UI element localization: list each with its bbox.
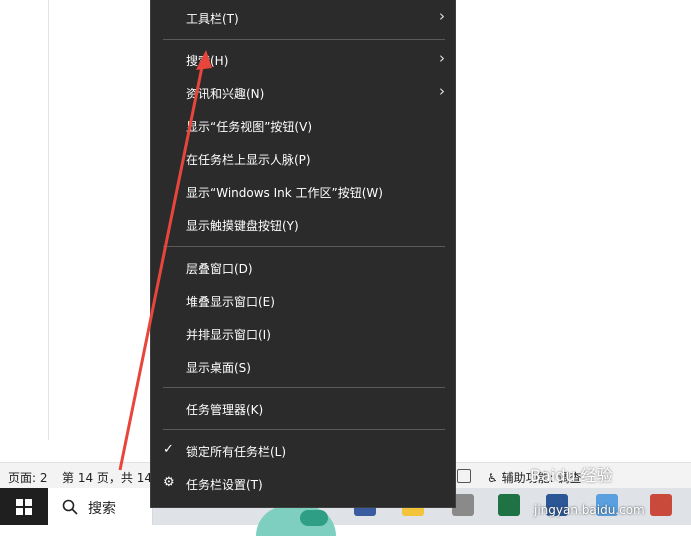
- menu-separator: [163, 39, 445, 40]
- chevron-right-icon: ›: [439, 82, 445, 100]
- menu-separator: [163, 387, 445, 388]
- decorative-swirl-accent: [300, 510, 328, 526]
- menu-item-label: 层叠窗口(D): [186, 262, 253, 276]
- check-icon: ✓: [163, 442, 174, 457]
- menu-item-ink[interactable]: 显示“Windows Ink 工作区”按钮(W): [151, 177, 455, 207]
- menu-separator: [163, 246, 445, 247]
- menu-item-label: 锁定所有任务栏(L): [186, 445, 287, 459]
- status-page[interactable]: 页面: 2: [8, 469, 48, 486]
- windows-icon: [16, 499, 32, 515]
- menu-item-news[interactable]: 资讯和兴趣(N) ›: [151, 78, 455, 108]
- watermark-url: jingyan.baidu.com: [534, 503, 645, 517]
- menu-separator: [163, 429, 445, 430]
- chevron-right-icon: ›: [439, 7, 445, 25]
- menu-item-taskbar-settings[interactable]: ⚙ 任务栏设置(T): [151, 469, 455, 499]
- document-margin: [48, 0, 49, 440]
- menu-item-show-desktop[interactable]: 显示桌面(S): [151, 352, 455, 382]
- menu-item-label: 堆叠显示窗口(E): [186, 295, 275, 309]
- menu-item-toolbars[interactable]: 工具栏(T) ›: [151, 3, 455, 33]
- menu-item-lock-taskbar[interactable]: ✓ 锁定所有任务栏(L): [151, 436, 455, 466]
- status-page-count[interactable]: 第 14 页，共 14: [62, 469, 152, 486]
- menu-item-task-view[interactable]: 显示“任务视图”按钮(V): [151, 111, 455, 141]
- menu-item-label: 显示“任务视图”按钮(V): [186, 120, 313, 134]
- taskbar-search-label: 搜索: [88, 501, 116, 517]
- chevron-right-icon: ›: [439, 49, 445, 67]
- watermark-brand: Baidu 经验: [530, 466, 613, 485]
- excel-icon[interactable]: [498, 494, 520, 516]
- menu-item-label: 任务管理器(K): [186, 403, 264, 417]
- accessibility-icon: ♿: [487, 471, 498, 485]
- menu-item-label: 任务栏设置(T): [186, 478, 263, 492]
- menu-item-search[interactable]: 搜索(H) ›: [151, 45, 455, 75]
- search-icon: [62, 499, 78, 515]
- taskbar-app-icon[interactable]: [650, 494, 672, 516]
- menu-item-side-by-side[interactable]: 并排显示窗口(I): [151, 319, 455, 349]
- menu-item-label: 资讯和兴趣(N): [186, 87, 265, 101]
- start-button[interactable]: [0, 488, 48, 525]
- menu-item-label: 显示触摸键盘按钮(Y): [186, 219, 299, 233]
- menu-item-touch-keyboard[interactable]: 显示触摸键盘按钮(Y): [151, 210, 455, 240]
- menu-item-task-manager[interactable]: 任务管理器(K): [151, 394, 455, 424]
- menu-item-label: 搜索(H): [186, 54, 229, 68]
- menu-item-stack[interactable]: 堆叠显示窗口(E): [151, 286, 455, 316]
- menu-item-label: 显示桌面(S): [186, 361, 251, 375]
- menu-item-label: 工具栏(T): [186, 12, 239, 26]
- menu-item-label: 在任务栏上显示人脉(P): [186, 153, 311, 167]
- macro-icon[interactable]: [457, 469, 471, 483]
- menu-item-label: 显示“Windows Ink 工作区”按钮(W): [186, 186, 383, 200]
- taskbar-search[interactable]: 搜索: [48, 488, 153, 525]
- gear-icon: ⚙: [163, 475, 175, 490]
- menu-item-cascade[interactable]: 层叠窗口(D): [151, 253, 455, 283]
- menu-item-label: 并排显示窗口(I): [186, 328, 271, 342]
- taskbar-context-menu: 工具栏(T) › 搜索(H) › 资讯和兴趣(N) › 显示“任务视图”按钮(V…: [150, 0, 456, 508]
- menu-item-people[interactable]: 在任务栏上显示人脉(P): [151, 144, 455, 174]
